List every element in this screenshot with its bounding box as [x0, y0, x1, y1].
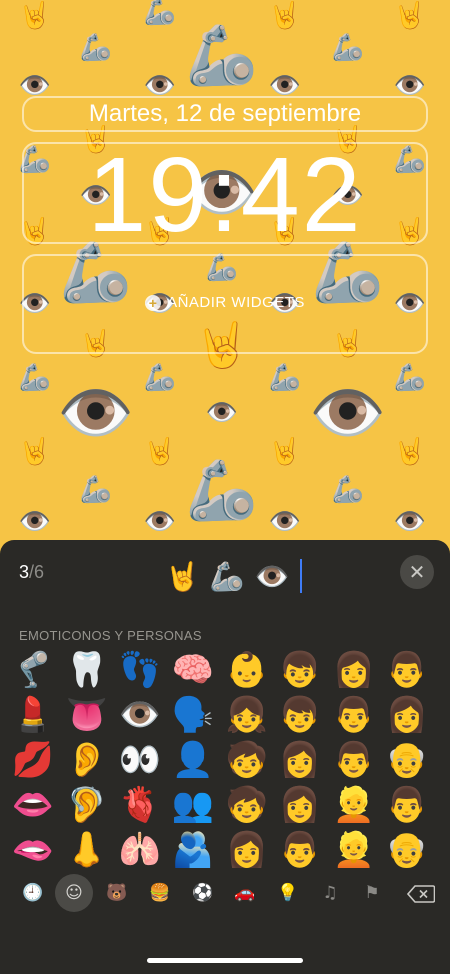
section-title: EMOTICONOS Y PERSONAS: [19, 628, 202, 643]
selected-emoji[interactable]: 👁️: [255, 560, 290, 593]
eye-emoji: 👁️: [393, 507, 427, 537]
close-button[interactable]: ✕: [400, 555, 434, 589]
horns-emoji: 🤘: [268, 1, 302, 31]
mechanical-arm-emoji: 🦾: [18, 363, 52, 393]
emoji-key[interactable]: 👃: [61, 828, 113, 872]
emoji-key[interactable]: 🦻: [61, 783, 113, 827]
emoji-key[interactable]: 👤: [167, 738, 219, 782]
emoji-key[interactable]: 👩: [381, 693, 433, 737]
emoji-key[interactable]: 👣: [114, 648, 166, 692]
emoji-key[interactable]: 👨: [381, 648, 433, 692]
counter-total: /6: [29, 562, 45, 582]
emoji-key[interactable]: 💄: [7, 693, 59, 737]
horns-emoji: 🤘: [268, 437, 302, 467]
emoji-key[interactable]: 🗣️: [167, 693, 219, 737]
date-label: Martes, 12 de septiembre: [88, 100, 362, 127]
emoji-key[interactable]: 👶: [221, 648, 273, 692]
emoji-key[interactable]: 👨: [328, 738, 380, 782]
emoji-key[interactable]: 👴: [381, 828, 433, 872]
clock-time: 19:42: [87, 136, 363, 254]
add-widgets-button[interactable]: + AÑADIR WIDGETS: [0, 294, 450, 311]
emoji-key[interactable]: 🦿: [7, 648, 59, 692]
emoji-key[interactable]: 🫁: [114, 828, 166, 872]
eye-emoji: 👁️: [57, 376, 135, 449]
symbols-icon[interactable]: ♫: [311, 874, 349, 912]
emoji-key[interactable]: 🧒: [221, 738, 273, 782]
text-cursor: [299, 559, 302, 593]
emoji-key[interactable]: 👨: [328, 693, 380, 737]
plus-icon: +: [145, 294, 162, 311]
emoji-key[interactable]: 👴: [381, 738, 433, 782]
emoji-key[interactable]: 👩: [274, 783, 326, 827]
selected-emoji[interactable]: 🤘: [165, 560, 200, 593]
horns-emoji: 🤘: [143, 437, 177, 467]
horns-emoji: 🤘: [18, 437, 52, 467]
mechanical-arm-emoji: 🦾: [331, 475, 365, 505]
counter-current: 3: [19, 562, 30, 582]
food-icon[interactable]: 🍔: [141, 874, 179, 912]
eye-emoji: 👁️: [205, 398, 239, 428]
eye-emoji: 👁️: [18, 507, 52, 537]
emoji-key[interactable]: 🧒: [221, 783, 273, 827]
animals-icon[interactable]: 🐻: [98, 874, 136, 912]
flags-icon[interactable]: ⚑: [353, 874, 391, 912]
selected-emoji[interactable]: 🦾: [210, 560, 245, 593]
mechanical-arm-emoji: 🦾: [79, 33, 113, 63]
emoji-key[interactable]: 👧: [221, 693, 273, 737]
mechanical-arm-emoji: 🦾: [185, 21, 259, 89]
eye-emoji: 👁️: [143, 507, 177, 537]
selected-emojis[interactable]: 🤘 🦾 👁️: [165, 556, 302, 596]
emoji-key[interactable]: 👅: [61, 693, 113, 737]
activity-icon[interactable]: ⚽: [184, 874, 222, 912]
emoji-key[interactable]: 👩: [328, 648, 380, 692]
smileys-icon[interactable]: ☺: [55, 874, 93, 912]
emoji-key[interactable]: 👁️: [114, 693, 166, 737]
eye-emoji: 👁️: [268, 507, 302, 537]
emoji-key[interactable]: 👩: [221, 828, 273, 872]
backspace-icon[interactable]: [407, 885, 435, 903]
emoji-key[interactable]: 👀: [114, 738, 166, 782]
eye-emoji: 👁️: [309, 376, 387, 449]
mechanical-arm-emoji: 🦾: [143, 0, 177, 27]
emoji-key[interactable]: 🫦: [7, 828, 59, 872]
mechanical-arm-emoji: 🦾: [393, 363, 427, 393]
mechanical-arm-emoji: 🦾: [143, 363, 177, 393]
emoji-key[interactable]: 👩: [274, 738, 326, 782]
emoji-key[interactable]: 🦷: [61, 648, 113, 692]
mechanical-arm-emoji: 🦾: [331, 33, 365, 63]
travel-icon[interactable]: 🚗: [226, 874, 264, 912]
objects-icon[interactable]: 💡: [269, 874, 307, 912]
emoji-key[interactable]: 🧠: [167, 648, 219, 692]
emoji-key[interactable]: 👱: [328, 828, 380, 872]
emoji-key[interactable]: 👨: [381, 783, 433, 827]
horns-emoji: 🤘: [393, 1, 427, 31]
category-bar: 🕘 ☺ 🐻 🍔 ⚽ 🚗 💡 ♫ ⚑: [0, 874, 450, 914]
emoji-key[interactable]: 💋: [7, 738, 59, 782]
emoji-key[interactable]: 👦: [274, 693, 326, 737]
mechanical-arm-emoji: 🦾: [185, 456, 259, 524]
home-indicator[interactable]: [147, 958, 303, 963]
emoji-key[interactable]: 👂: [61, 738, 113, 782]
recent-icon[interactable]: 🕘: [14, 874, 52, 912]
horns-emoji: 🤘: [393, 437, 427, 467]
emoji-picker-panel: 3/6 🤘 🦾 👁️ ✕ EMOTICONOS Y PERSONAS 🦿 🦷 👣 🧠 👶…: [0, 540, 450, 974]
emoji-key[interactable]: 🫂: [167, 828, 219, 872]
emoji-grid: 🦿 🦷 👣 🧠 👶 👦 👩 👨 💄 👅 👁️ 🗣️ 👧 👦 👨 👩 💋 👂 👀 👤 🧒 👩 👨 👴 👄 🦻 🫀 👥 🧒 👩 👱 👨 🫦 👃 🫁 🫂 👩 👨…: [0, 648, 450, 872]
emoji-key[interactable]: 👥: [167, 783, 219, 827]
add-widgets-label: AÑADIR WIDGETS: [167, 294, 305, 311]
close-icon: ✕: [408, 560, 426, 584]
selection-counter: 3/6: [19, 562, 44, 583]
mechanical-arm-emoji: 🦾: [79, 475, 113, 505]
emoji-key[interactable]: 👦: [274, 648, 326, 692]
mechanical-arm-emoji: 🦾: [268, 363, 302, 393]
emoji-key[interactable]: 👨: [274, 828, 326, 872]
emoji-key[interactable]: 👱: [328, 783, 380, 827]
emoji-key[interactable]: 👄: [7, 783, 59, 827]
horns-emoji: 🤘: [18, 1, 52, 31]
emoji-key[interactable]: 🫀: [114, 783, 166, 827]
